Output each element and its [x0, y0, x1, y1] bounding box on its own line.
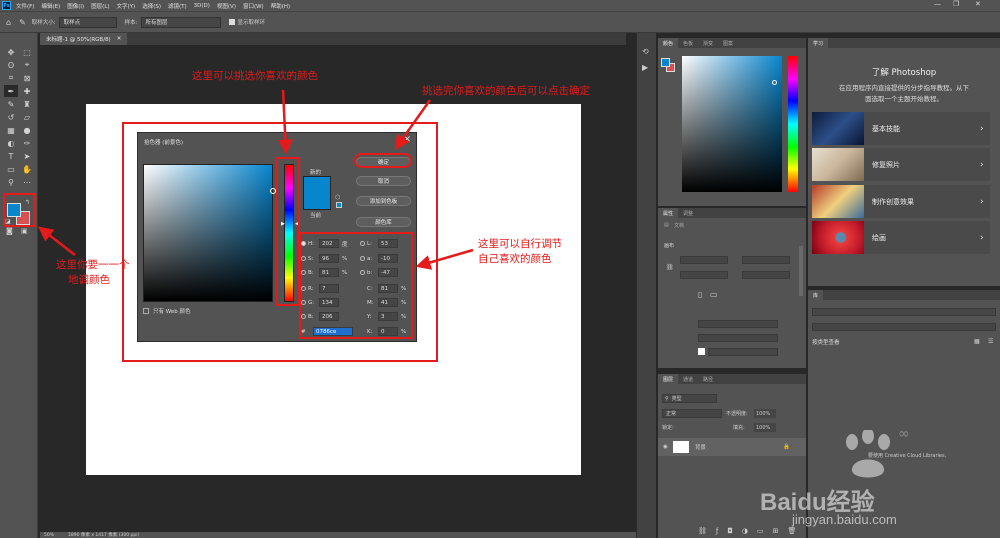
annotation-ok-button: 挑选完你喜欢的颜色后可以点击确定 [422, 85, 590, 97]
annotation-swatch-line2: 地调颜色 [68, 274, 110, 286]
arrow-to-hue-strip [277, 89, 293, 155]
foreground-color-swatch[interactable] [7, 203, 21, 217]
annotation-fields-line2: 自己喜欢的颜色 [478, 253, 552, 265]
arrow-to-swatches [38, 226, 76, 256]
arrow-to-ok-button [394, 99, 432, 151]
annotation-swatch-line1: 这里你要一一个 [56, 259, 130, 271]
arrow-to-fields [415, 248, 474, 270]
baidu-watermark: Baidu经验 jingyan.baidu.com [760, 430, 980, 530]
paw-logo-icon [846, 430, 890, 478]
annotation-hue-strip: 这里可以挑选你喜欢的颜色 [192, 70, 318, 82]
annotation-fields-line1: 这里可以自行调节 [478, 238, 562, 250]
panel-foreground-swatch[interactable] [661, 58, 670, 67]
watermark-url: jingyan.baidu.com [792, 512, 897, 527]
